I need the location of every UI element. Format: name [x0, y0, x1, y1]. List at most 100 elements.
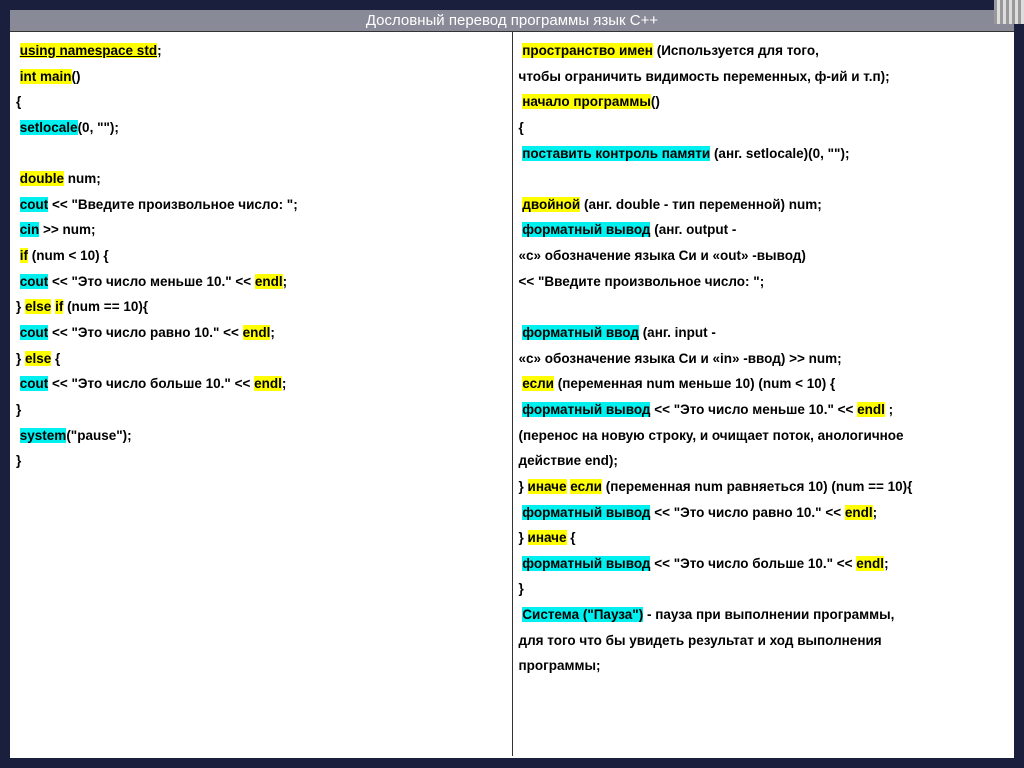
- code-fragment: программы;: [519, 658, 601, 673]
- code-fragment: ("pause");: [66, 428, 131, 443]
- right-column-translation: пространство имен (Используется для того…: [513, 32, 1015, 756]
- translation-line: «с» обозначение языка Си и «in» -ввод) >…: [519, 346, 1009, 372]
- code-fragment: (переменная num равняеться 10) (num == 1…: [602, 479, 912, 494]
- code-fragment: << "Это число больше 10." <<: [48, 376, 254, 391]
- code-line: cin >> num;: [16, 217, 506, 243]
- code-line: } else if (num == 10){: [16, 294, 506, 320]
- code-fragment: иначе: [528, 479, 567, 494]
- translation-line: если (переменная num меньше 10) (num < 1…: [519, 371, 1009, 397]
- code-fragment: endl: [856, 556, 884, 571]
- code-fragment: else: [25, 351, 51, 366]
- code-fragment: ;: [885, 402, 893, 417]
- code-fragment: двойной: [522, 197, 580, 212]
- code-line: [16, 141, 506, 167]
- translation-line: } иначе если (переменная num равняеться …: [519, 474, 1009, 500]
- code-fragment: форматный ввод: [522, 325, 639, 340]
- code-fragment: num;: [64, 171, 101, 186]
- translation-line: форматный вывод (анг. output -: [519, 217, 1009, 243]
- code-line: double num;: [16, 166, 506, 192]
- translation-line: «с» обозначение языка Си и «out» -вывод): [519, 243, 1009, 269]
- code-fragment: пространство имен: [522, 43, 653, 58]
- code-fragment: (): [72, 69, 81, 84]
- translation-line: {: [519, 115, 1009, 141]
- code-fragment: << "Это число меньше 10." <<: [48, 274, 255, 289]
- code-line: system("pause");: [16, 423, 506, 449]
- translation-line: программы;: [519, 653, 1009, 679]
- code-fragment: >> num;: [39, 222, 95, 237]
- code-fragment: (анг. setlocale)(0, "");: [710, 146, 849, 161]
- code-fragment: «с» обозначение языка Си и «in» -ввод) >…: [519, 351, 842, 366]
- code-fragment: (переменная num меньше 10) (num < 10) {: [554, 376, 835, 391]
- code-line: }: [16, 397, 506, 423]
- code-fragment: endl: [243, 325, 271, 340]
- code-fragment: endl: [255, 274, 283, 289]
- translation-line: Система ("Пауза") - пауза при выполнении…: [519, 602, 1009, 628]
- code-line: using namespace std;: [16, 38, 506, 64]
- code-fragment: using namespace std: [20, 43, 157, 58]
- code-fragment: << "Это число равно 10." <<: [650, 505, 844, 520]
- translation-line: форматный вывод << "Это число равно 10."…: [519, 500, 1009, 526]
- code-line: cout << "Это число равно 10." << endl;: [16, 320, 506, 346]
- code-fragment: (анг. double - тип переменной) num;: [580, 197, 822, 212]
- code-fragment: cout: [20, 197, 49, 212]
- code-fragment: if: [20, 248, 28, 263]
- code-fragment: действие end);: [519, 453, 618, 468]
- two-column-layout: using namespace std; int main(){ setloca…: [10, 32, 1014, 756]
- code-line: cout << "Введите произвольное число: ";: [16, 192, 506, 218]
- code-fragment: {: [16, 94, 21, 109]
- code-fragment: для того что бы увидеть результат и ход …: [519, 633, 882, 648]
- code-fragment: [519, 299, 523, 314]
- translation-line: пространство имен (Используется для того…: [519, 38, 1009, 64]
- code-fragment: форматный вывод: [522, 402, 650, 417]
- code-fragment: endl: [857, 402, 885, 417]
- code-line: cout << "Это число меньше 10." << endl;: [16, 269, 506, 295]
- code-fragment: (0, "");: [78, 120, 119, 135]
- code-fragment: форматный вывод: [522, 556, 650, 571]
- code-fragment: << "Введите произвольное число: ";: [48, 197, 297, 212]
- code-fragment: (num == 10){: [63, 299, 148, 314]
- code-fragment: << "Это число равно 10." <<: [48, 325, 242, 340]
- code-fragment: cout: [20, 274, 49, 289]
- code-fragment: если: [522, 376, 554, 391]
- code-fragment: Система ("Пауза"): [522, 607, 643, 622]
- code-fragment: }: [519, 530, 528, 545]
- code-fragment: cin: [20, 222, 40, 237]
- code-fragment: double: [20, 171, 64, 186]
- code-fragment: }: [16, 402, 21, 417]
- code-fragment: начало программы: [522, 94, 651, 109]
- code-fragment: << "Это число меньше 10." <<: [650, 402, 857, 417]
- translation-line: форматный ввод (анг. input -: [519, 320, 1009, 346]
- code-line: setlocale(0, "");: [16, 115, 506, 141]
- translation-line: } иначе {: [519, 525, 1009, 551]
- code-fragment: }: [16, 453, 21, 468]
- code-fragment: «с» обозначение языка Си и «out» -вывод): [519, 248, 806, 263]
- code-fragment: (анг. output -: [650, 222, 736, 237]
- code-fragment: [519, 171, 523, 186]
- code-fragment: (Используется для того,: [653, 43, 819, 58]
- code-fragment: (перенос на новую строку, и очищает пото…: [519, 428, 904, 443]
- code-fragment: ;: [270, 325, 275, 340]
- code-fragment: }: [519, 581, 524, 596]
- code-line: if (num < 10) {: [16, 243, 506, 269]
- code-fragment: }: [519, 479, 528, 494]
- code-fragment: {: [519, 120, 524, 135]
- code-fragment: endl: [254, 376, 282, 391]
- code-fragment: ;: [884, 556, 889, 571]
- translation-line: [519, 166, 1009, 192]
- left-column-code: using namespace std; int main(){ setloca…: [10, 32, 513, 756]
- code-line: }: [16, 448, 506, 474]
- translation-line: (перенос на новую строку, и очищает пото…: [519, 423, 1009, 449]
- translation-line: чтобы ограничить видимость переменных, ф…: [519, 64, 1009, 90]
- code-fragment: (num < 10) {: [28, 248, 109, 263]
- translation-line: начало программы(): [519, 89, 1009, 115]
- code-fragment: << "Это число больше 10." <<: [650, 556, 856, 571]
- translation-line: поставить контроль памяти (анг. setlocal…: [519, 141, 1009, 167]
- code-fragment: cout: [20, 325, 49, 340]
- code-fragment: чтобы ограничить видимость переменных, ф…: [519, 69, 890, 84]
- code-fragment: поставить контроль памяти: [522, 146, 710, 161]
- code-line: {: [16, 89, 506, 115]
- code-fragment: endl: [845, 505, 873, 520]
- code-fragment: }: [16, 299, 25, 314]
- translation-line: [519, 294, 1009, 320]
- translation-line: двойной (анг. double - тип переменной) n…: [519, 192, 1009, 218]
